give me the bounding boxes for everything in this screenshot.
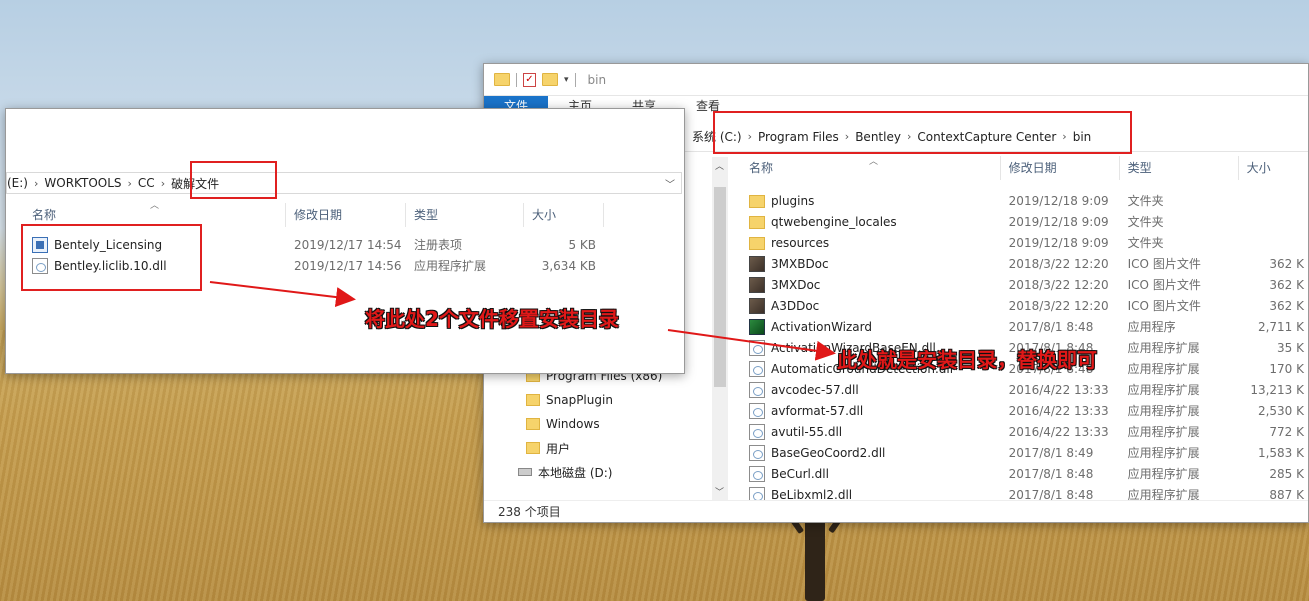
annotation-arrows bbox=[209, 281, 836, 361]
arrow-to-instruction bbox=[209, 281, 356, 308]
annotation-move-files: 将此处2个文件移置安装目录 bbox=[365, 307, 619, 331]
arrow-to-install-dir bbox=[667, 329, 836, 361]
annotation-install-dir: 此处就是安装目录，替换即可 bbox=[837, 348, 1097, 372]
